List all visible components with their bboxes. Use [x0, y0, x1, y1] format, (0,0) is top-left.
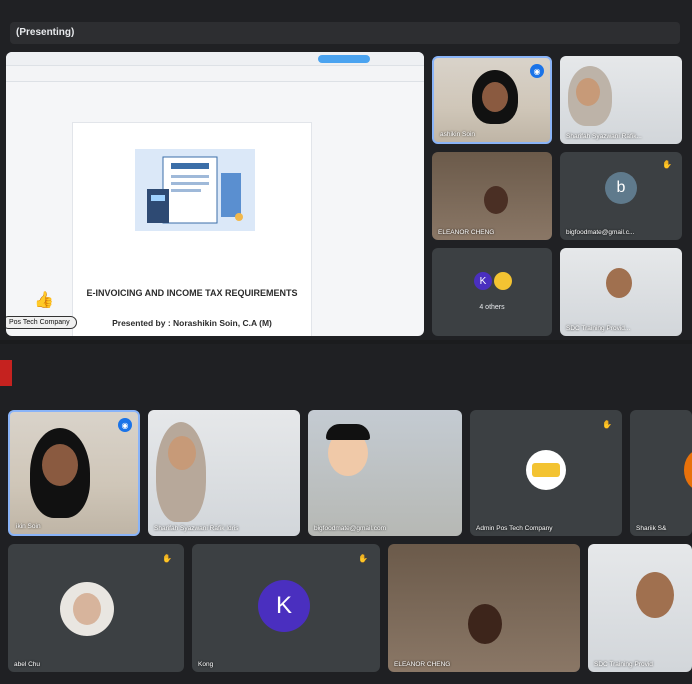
participant-tile[interactable]: Sharifah Syazwani Rafik...	[560, 56, 682, 144]
participant-tile[interactable]: SDC Training Provid...	[560, 248, 682, 336]
share-pill[interactable]	[318, 55, 370, 63]
participant-name: bigfoodmate@gmail.c...	[566, 229, 635, 236]
participant-tile[interactable]: Sharifah Syazwani Rafik Idris	[148, 410, 300, 536]
participant-tile[interactable]: b ✋ bigfoodmate@gmail.c...	[560, 152, 682, 240]
participant-name: SDC Training Provid	[594, 661, 653, 668]
slide-title: E-INVOICING AND INCOME TAX REQUIREMENTS	[86, 288, 298, 298]
participant-tile[interactable]: bigfoodmate@gmail.com	[308, 410, 462, 536]
participant-name: Sharifah Syazwani Rafik Idris	[154, 525, 239, 532]
others-label: 4 others	[479, 304, 505, 311]
participant-name: Admin Pos Tech Company	[476, 525, 553, 532]
speaking-icon: ◉	[118, 418, 132, 432]
participant-tile[interactable]: ✋ abel Chu	[8, 544, 184, 672]
participant-name: ELEANOR CHENG	[394, 661, 451, 668]
hand-raised-icon: ✋	[358, 554, 368, 563]
participant-name: ELEANOR CHENG	[438, 229, 495, 236]
shared-screen: E-INVOICING AND INCOME TAX REQUIREMENTS …	[6, 52, 424, 336]
hand-raised-icon: ✋	[662, 160, 672, 169]
hand-raised-icon: ✋	[602, 420, 612, 429]
participant-tile[interactable]: ELEANOR CHENG	[388, 544, 580, 672]
pos-logo-icon	[494, 272, 512, 290]
presenter-name-chip: Pos Tech Company	[6, 316, 77, 329]
thumbs-up-icon: 👍	[34, 292, 54, 309]
participant-name: ashikin Soin	[440, 131, 476, 138]
participant-name: abel Chu	[14, 661, 41, 668]
speaking-icon: ◉	[530, 64, 544, 78]
participant-name: ikin Soin	[16, 523, 41, 530]
participant-name: Sharifah Syazwani Rafik...	[566, 133, 642, 140]
participant-name: bigfoodmate@gmail.com	[314, 525, 386, 532]
participant-tile[interactable]: SDC Training Provid	[588, 544, 692, 672]
app-ribbon	[6, 66, 424, 82]
invoice-illustration-icon	[135, 149, 255, 231]
avatar	[60, 582, 114, 636]
hand-raised-icon: ✋	[162, 554, 172, 563]
avatar: K	[258, 580, 310, 632]
participant-name: SDC Training Provid...	[566, 325, 631, 332]
participant-name: Shariik S&	[636, 525, 667, 532]
participant-tile[interactable]: K ✋ Kong	[192, 544, 380, 672]
presenting-bar: (Presenting)	[10, 22, 680, 44]
participant-tile[interactable]: Shariik S&	[630, 410, 692, 536]
avatar	[684, 450, 692, 490]
others-tile[interactable]: K 4 others	[432, 248, 552, 336]
avatar: K	[474, 272, 492, 290]
slide-subtitle: Presented by : Norashikin Soin, C.A (M)	[112, 318, 272, 328]
participant-tile[interactable]: ✋ Admin Pos Tech Company	[470, 410, 622, 536]
participant-tile[interactable]: ◉ ashikin Soin	[432, 56, 552, 144]
slide-canvas	[72, 122, 312, 336]
pos-logo-icon	[526, 450, 566, 490]
avatar: b	[605, 172, 637, 204]
record-indicator	[0, 360, 12, 386]
participant-tile[interactable]: ◉ ikin Soin	[8, 410, 140, 536]
participant-tile[interactable]: ELEANOR CHENG	[432, 152, 552, 240]
participant-name: Kong	[198, 661, 214, 668]
